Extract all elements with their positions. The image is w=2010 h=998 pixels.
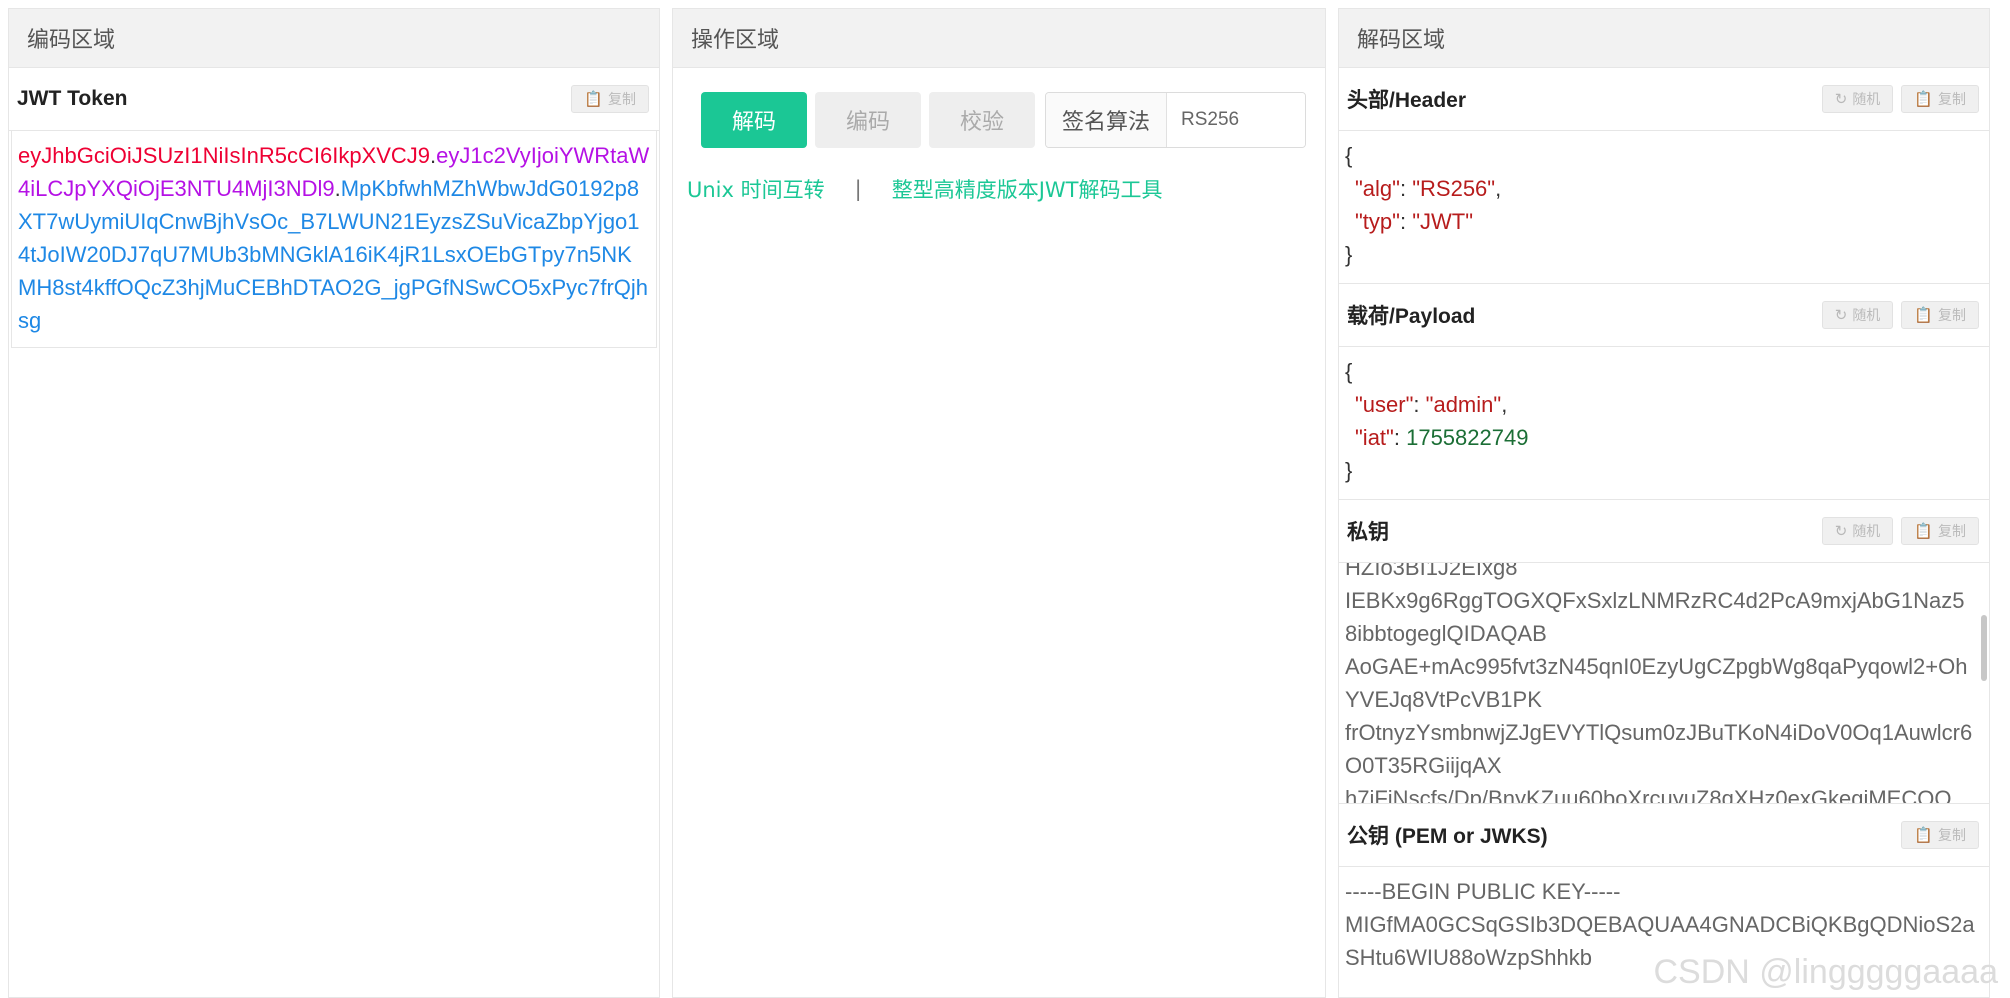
jwt-token-textarea[interactable]: eyJhbGciOiJSUzI1NiIsInR5cCI6IkpXVCJ9.eyJ… — [11, 131, 657, 348]
json-string-value: "JWT" — [1412, 209, 1474, 234]
public-key-section-title: 公钥 (PEM or JWKS) 📋 复制 — [1339, 804, 1989, 867]
payload-section-label: 载荷/Payload — [1347, 305, 1476, 328]
link-separator: | — [854, 177, 862, 201]
token-header-part: eyJhbGciOiJSUzI1NiIsInR5cCI6IkpXVCJ9 — [18, 143, 431, 168]
copy-public-key-button[interactable]: 📋 复制 — [1901, 821, 1979, 849]
verify-button[interactable]: 校验 — [929, 92, 1035, 148]
random-label: 随机 — [1852, 524, 1881, 540]
operation-panel: 操作区域 解码 编码 校验 签名算法 Unix 时间互转 | 整型高精度版本JW… — [672, 8, 1326, 998]
random-private-key-button[interactable]: ↻ 随机 — [1821, 517, 1894, 545]
operation-toolbar: 解码 编码 校验 签名算法 — [673, 68, 1325, 148]
json-open-brace: { — [1345, 143, 1353, 168]
decode-panel: 解码区域 头部/Header ↻ 随机 📋 复制 { "alg": "RS256… — [1338, 8, 1990, 998]
json-key: "iat" — [1355, 425, 1394, 450]
copy-token-button[interactable]: 📋 复制 — [571, 85, 649, 113]
algorithm-input[interactable] — [1167, 93, 1306, 147]
json-line-user: "user": "admin", — [1355, 392, 1508, 417]
random-header-button[interactable]: ↻ 随机 — [1821, 85, 1894, 113]
clipboard-icon: 📋 — [1914, 522, 1933, 540]
json-open-brace: { — [1345, 359, 1353, 384]
private-key-section-title: 私钥 ↻ 随机 📋 复制 — [1339, 500, 1989, 563]
json-string-value: "RS256" — [1412, 176, 1496, 201]
private-key-textarea[interactable]: HZIo3BI1J2EIxg8 IEBKx9g6RggTOGXQFxSxlzLN… — [1339, 563, 1989, 804]
private-key-scrollbar[interactable] — [1981, 615, 1987, 681]
copy-label: 复制 — [1938, 92, 1966, 108]
clipboard-icon: 📋 — [1914, 306, 1933, 324]
decode-button[interactable]: 解码 — [701, 92, 807, 148]
refresh-icon: ↻ — [1834, 90, 1848, 108]
tool-links: Unix 时间互转 | 整型高精度版本JWT解码工具 — [673, 148, 1325, 204]
public-key-label: 公钥 (PEM or JWKS) — [1347, 825, 1548, 848]
json-key: "alg" — [1355, 176, 1400, 201]
csdn-watermark: CSDN @lingggggaaaa — [1653, 953, 1999, 991]
copy-header-button[interactable]: 📋 复制 — [1901, 85, 1979, 113]
header-section-label: 头部/Header — [1347, 89, 1467, 112]
operation-panel-header: 操作区域 — [673, 9, 1325, 68]
refresh-icon: ↻ — [1834, 522, 1848, 540]
jwt-token-label: JWT Token — [17, 87, 128, 110]
payload-json-editor[interactable]: { "user": "admin", "iat": 1755822749 } — [1339, 347, 1989, 500]
encode-panel: 编码区域 JWT Token 📋 复制 eyJhbGciOiJSUzI1NiIs… — [8, 8, 660, 998]
private-key-line: HZIo3BI1J2EIxg8 — [1345, 563, 1518, 580]
json-number-value: 1755822749 — [1406, 425, 1529, 450]
header-json-editor[interactable]: { "alg": "RS256", "typ": "JWT" } — [1339, 131, 1989, 284]
json-string-value: "admin" — [1425, 392, 1502, 417]
json-line-iat: "iat": 1755822749 — [1355, 425, 1529, 450]
json-line-typ: "typ": "JWT" — [1355, 209, 1474, 234]
random-payload-button[interactable]: ↻ 随机 — [1821, 301, 1894, 329]
jwt-token-section-title: JWT Token 📋 复制 — [9, 68, 659, 131]
copy-private-key-button[interactable]: 📋 复制 — [1901, 517, 1979, 545]
encode-panel-header: 编码区域 — [9, 9, 659, 68]
clipboard-icon: 📋 — [584, 90, 603, 108]
private-key-line: h7iFiNscfs/Dp/BnyKZuu60boXrcuyuZ8qXHz0ex… — [1345, 786, 1952, 804]
json-key: "typ" — [1355, 209, 1400, 234]
copy-token-label: 复制 — [608, 92, 636, 108]
json-close-brace: } — [1345, 458, 1353, 483]
copy-label: 复制 — [1938, 828, 1966, 844]
copy-label: 复制 — [1938, 524, 1966, 540]
json-key: "user" — [1355, 392, 1414, 417]
private-key-line: IEBKx9g6RggTOGXQFxSxlzLNMRzRC4d2PcA9mxjA… — [1345, 588, 1965, 646]
random-label: 随机 — [1852, 92, 1881, 108]
private-key-label: 私钥 — [1347, 521, 1389, 544]
decode-panel-header: 解码区域 — [1339, 9, 1989, 68]
json-close-brace: } — [1345, 242, 1353, 267]
refresh-icon: ↻ — [1834, 306, 1848, 324]
private-key-line: AoGAE+mAc995fvt3zN45qnI0EzyUgCZpgbWg8qaP… — [1345, 654, 1968, 712]
unix-time-link[interactable]: Unix 时间互转 — [687, 174, 825, 204]
payload-section-title: 载荷/Payload ↻ 随机 📋 复制 — [1339, 284, 1989, 347]
clipboard-icon: 📋 — [1914, 826, 1933, 844]
random-label: 随机 — [1852, 308, 1881, 324]
json-line-alg: "alg": "RS256", — [1355, 176, 1502, 201]
algorithm-selector: 签名算法 — [1045, 92, 1307, 148]
clipboard-icon: 📋 — [1914, 90, 1933, 108]
public-key-line: -----BEGIN PUBLIC KEY----- — [1345, 879, 1621, 904]
high-precision-jwt-link[interactable]: 整型高精度版本JWT解码工具 — [892, 174, 1163, 204]
header-section-title: 头部/Header ↻ 随机 📋 复制 — [1339, 68, 1989, 131]
copy-label: 复制 — [1938, 308, 1966, 324]
copy-payload-button[interactable]: 📋 复制 — [1901, 301, 1979, 329]
private-key-line: frOtnyzYsmbnwjZJgEVYTlQsum0zJBuTKoN4iDoV… — [1345, 720, 1973, 778]
encode-button[interactable]: 编码 — [815, 92, 921, 148]
algorithm-label: 签名算法 — [1046, 93, 1168, 147]
